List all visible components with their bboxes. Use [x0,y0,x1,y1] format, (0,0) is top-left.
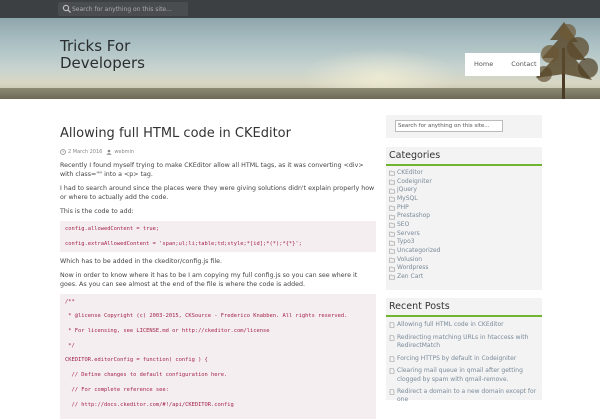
recent-posts-heading: Recent Posts [386,298,542,317]
category-label[interactable]: SEO [397,221,409,230]
top-search-box[interactable] [58,2,188,16]
post-date-text: 2 March 2016 [68,148,103,155]
main-nav: Home Contact [465,53,540,76]
category-label[interactable]: PHP [397,204,409,213]
recent-posts-list: Allowing full HTML code in CKEditor Redi… [386,317,542,405]
category-item[interactable]: CKEditor [389,169,539,178]
category-item[interactable]: MySQL [389,195,539,204]
top-bar [0,0,600,18]
category-label[interactable]: Zen Cart [397,273,423,282]
category-label[interactable]: Codeigniter [397,178,432,187]
category-label[interactable]: Typo3 [397,238,415,247]
recent-posts-widget: Recent Posts Allowing full HTML code in … [386,298,542,403]
code-line: CKEDITOR.editorConfig = function( config… [65,357,208,364]
nav-contact-link[interactable]: Contact [502,53,545,76]
categories-heading: Categories [386,147,542,166]
category-label[interactable]: MySQL [397,195,418,204]
category-label[interactable]: Prestashop [397,212,430,221]
recent-post-link[interactable]: Forcing HTTPS by default in Codeigniter [397,355,516,363]
clock-icon [60,148,66,155]
category-label[interactable]: jQuery [397,186,417,195]
document-icon [389,334,395,341]
post-date: 2 March 2016 [60,149,102,155]
code-line: // Define changes to default configurati… [65,372,228,379]
post-paragraph-2: I had to search around since the places … [60,185,375,201]
post-intro: Recently I found myself trying to make C… [60,162,364,178]
post-meta: 2 March 2016 webmin [60,147,376,156]
main-content: Allowing full HTML code in CKEditor 2 Ma… [60,126,376,419]
document-icon [389,355,395,362]
top-search-input[interactable] [72,2,186,16]
sidebar-search-widget [386,115,542,138]
category-item[interactable]: PHP [389,204,539,213]
categories-list: CKEditor Codeigniter jQuery MySQL PHP Pr… [386,166,542,282]
category-item[interactable]: jQuery [389,186,539,195]
sidebar-search-input[interactable] [395,120,503,132]
folder-icon [389,179,395,185]
category-item[interactable]: SEO [389,221,539,230]
folder-icon [389,240,395,246]
code-line: config.allowedContent = true; [65,226,160,232]
code-line: config.extraAllowedContent = 'span;ul;li… [65,240,302,247]
post-paragraph-5: Now in order to know where it has to be … [60,271,358,288]
code-block-1: config.allowedContent = true; config.ext… [60,221,376,252]
code-block-2: /** * @license Copyright (c) 2003-2015, … [60,293,376,419]
category-item[interactable]: Codeigniter [389,178,539,187]
category-item[interactable]: Volusion [389,256,539,265]
category-label[interactable]: Volusion [397,256,422,265]
post-paragraph-3: This is the code to add: [60,208,134,215]
recent-post-item[interactable]: Redirect a domain to a new domain except… [389,388,539,404]
site-title[interactable]: Tricks For Developers [60,38,200,72]
document-icon [389,322,395,328]
post-paragraph-4: Which has to be added in the ckeditor/co… [60,257,222,265]
recent-post-link[interactable]: Redirect a domain to a new domain except… [397,388,539,404]
nav-home-link[interactable]: Home [465,53,502,76]
category-label[interactable]: Wordpress [397,264,429,273]
folder-icon [389,231,395,237]
folder-icon [389,266,395,272]
recent-post-item[interactable]: Forcing HTTPS by default in Codeigniter [389,355,539,363]
recent-post-item[interactable]: Clearing mail queue in qmail after getti… [389,367,539,383]
code-line: // For complete reference see: [65,386,169,393]
document-icon [389,389,395,396]
recent-post-item[interactable]: Redirecting matching URLs in htaccess wi… [389,334,539,350]
category-item[interactable]: Servers [389,230,539,239]
folder-icon [389,171,395,176]
user-icon [106,149,112,155]
code-line: /** [65,298,75,305]
recent-post-link[interactable]: Clearing mail queue in qmail after getti… [397,367,539,383]
category-label[interactable]: CKEditor [397,169,423,178]
code-line: * @license Copyright (c) 2003-2015, CKSo… [65,313,348,320]
search-icon [62,4,72,14]
folder-icon [389,188,395,194]
folder-icon [389,274,395,280]
recent-post-item[interactable]: Allowing full HTML code in CKEditor [389,321,539,329]
code-line: // http://docs.ckeditor.com/#!/api/CKEDI… [65,401,234,408]
header-banner: Tricks For Developers Home Contact [0,18,600,99]
category-item[interactable]: Wordpress [389,264,539,273]
folder-icon [389,214,395,220]
categories-widget: Categories CKEditor Codeigniter jQuery M… [386,147,542,290]
post-author-text[interactable]: webmin [114,149,134,155]
category-item[interactable]: Prestashop [389,212,539,221]
category-item[interactable]: Typo3 [389,238,539,247]
post-title[interactable]: Allowing full HTML code in CKEditor [60,126,376,142]
category-label[interactable]: Uncategorized [397,247,440,256]
category-label[interactable]: Servers [397,230,420,239]
recent-post-link[interactable]: Allowing full HTML code in CKEditor [397,321,504,329]
folder-icon [389,248,395,254]
folder-icon [389,205,395,211]
code-line: * For licensing, see LICENSE.md or http:… [65,328,270,335]
folder-icon [389,222,395,228]
folder-icon [389,257,395,263]
post-author: webmin [106,149,134,155]
document-icon [389,368,395,375]
code-line: */ [65,342,75,349]
folder-icon [389,196,395,202]
category-item[interactable]: Uncategorized [389,247,539,256]
category-item[interactable]: Zen Cart [389,273,539,282]
recent-post-link[interactable]: Redirecting matching URLs in htaccess wi… [397,334,539,350]
